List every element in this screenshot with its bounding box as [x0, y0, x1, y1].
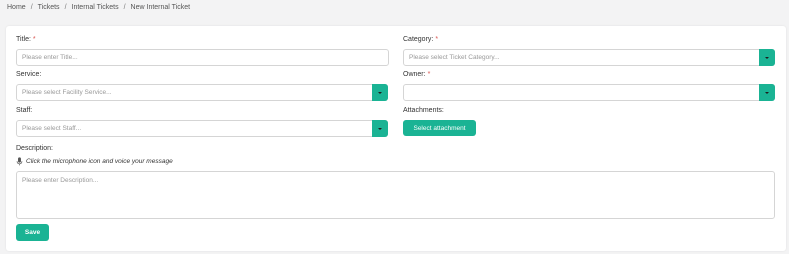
owner-label: Owner: * — [403, 71, 430, 78]
owner-dropdown-button[interactable] — [759, 84, 775, 101]
owner-label-text: Owner: — [403, 71, 426, 78]
microphone-icon[interactable] — [16, 157, 23, 166]
category-select-value: Please select Ticket Category... — [409, 54, 500, 61]
chevron-down-icon — [378, 91, 382, 94]
breadcrumb-internal-tickets[interactable]: Internal Tickets — [72, 4, 119, 11]
title-label: Title: * — [16, 36, 36, 43]
description-label: Description: — [16, 145, 53, 152]
required-mark: * — [435, 36, 439, 43]
breadcrumb-separator: / — [64, 4, 67, 11]
title-input[interactable] — [17, 50, 388, 65]
breadcrumb-separator: / — [123, 4, 126, 11]
breadcrumb-separator: / — [30, 4, 33, 11]
ticket-form-card: Title:* Category:* Please select Ticket … — [6, 26, 786, 251]
staff-label-text: Staff: — [16, 107, 33, 114]
required-mark: * — [32, 36, 36, 43]
save-button[interactable]: Save — [16, 224, 49, 241]
service-select[interactable]: Please select Facility Service... — [16, 84, 388, 101]
service-dropdown-button[interactable] — [372, 84, 388, 101]
category-dropdown-button[interactable] — [759, 49, 775, 66]
service-select-value: Please select Facility Service... — [22, 89, 112, 96]
chevron-down-icon — [765, 56, 769, 59]
title-field — [16, 49, 389, 66]
breadcrumb-tickets[interactable]: Tickets — [38, 4, 60, 11]
title-label-text: Title: — [16, 36, 31, 43]
mic-hint: Click the microphone icon and voice your… — [16, 157, 173, 166]
category-label: Category: * — [403, 36, 438, 43]
category-label-text: Category: — [403, 36, 434, 43]
select-attachment-button[interactable]: Select attachment — [403, 120, 476, 136]
staff-label: Staff: — [16, 107, 32, 114]
description-textarea[interactable] — [16, 171, 775, 219]
staff-select[interactable]: Please select Staff... — [16, 120, 388, 137]
chevron-down-icon — [378, 127, 382, 130]
breadcrumb-current: New Internal Ticket — [130, 4, 191, 11]
attachments-label: Attachments: — [403, 107, 444, 114]
breadcrumb: Home / Tickets / Internal Tickets / New … — [7, 4, 190, 11]
chevron-down-icon — [765, 91, 769, 94]
service-label: Service: — [16, 71, 41, 78]
owner-select[interactable] — [403, 84, 775, 101]
attachments-label-text: Attachments: — [403, 107, 444, 114]
breadcrumb-home[interactable]: Home — [7, 4, 26, 11]
mic-hint-text: Click the microphone icon and voice your… — [26, 158, 173, 165]
description-label-text: Description: — [16, 145, 53, 152]
category-select[interactable]: Please select Ticket Category... — [403, 49, 775, 66]
required-mark: * — [427, 71, 431, 78]
service-label-text: Service: — [16, 71, 42, 78]
staff-dropdown-button[interactable] — [372, 120, 388, 137]
staff-select-value: Please select Staff... — [22, 125, 82, 132]
